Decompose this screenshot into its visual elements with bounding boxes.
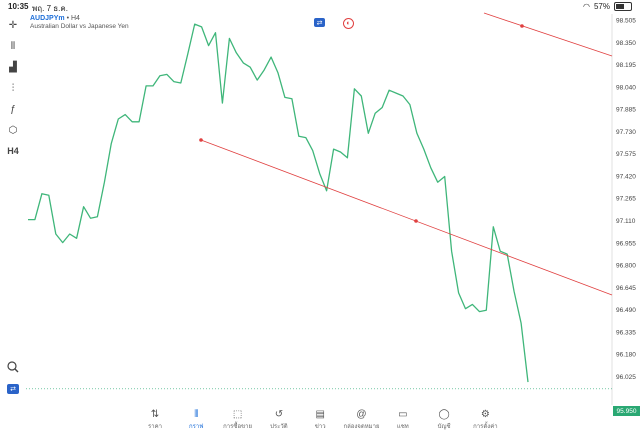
tab-label: กล่องจดหมาย	[343, 424, 380, 430]
tab-settings[interactable]: ⚙ การตั้งค่า	[465, 407, 505, 431]
tab-label: แชท	[396, 424, 409, 430]
tab-trade[interactable]: ⬚ การซื้อขาย	[218, 407, 258, 431]
y-tick-label: 96.955	[616, 240, 636, 247]
candles-icon[interactable]: ⫴	[4, 37, 22, 55]
tab-label: การตั้งค่า	[473, 424, 498, 430]
tab-label: กราฟ	[189, 424, 204, 430]
left-toolbar: ✛ ⫴ ▟ ⫶ ƒ ⬡ H4	[4, 16, 24, 163]
one-click-trading-icon[interactable]: ⇄	[314, 18, 325, 27]
tab-label: บัญชี	[437, 424, 451, 430]
price-line	[28, 23, 529, 383]
tab-news[interactable]: ▤ ข่าว	[300, 407, 340, 431]
settings-icon: ⚙	[480, 408, 490, 420]
mailbox-icon: @	[356, 408, 367, 420]
chat-icon: ▭	[398, 408, 408, 420]
settings-sliders-icon[interactable]: ⫶	[4, 79, 22, 97]
y-tick-label: 96.645	[616, 285, 636, 292]
y-tick-label: 97.110	[616, 218, 636, 225]
tab-account[interactable]: ◯ บัญชี	[424, 407, 464, 431]
y-tick-label: 96.180	[616, 352, 636, 359]
trendline-upper	[483, 12, 613, 57]
tab-label: ประวัติ	[270, 424, 288, 430]
shapes-icon[interactable]: ⬡	[4, 121, 22, 139]
y-tick-label: 96.800	[616, 263, 636, 270]
tab-quotes[interactable]: ⇅ ราคา	[135, 407, 175, 431]
signal-icon[interactable]: ◐	[343, 18, 354, 29]
timeframe-button[interactable]: H4	[4, 142, 22, 160]
price-chart[interactable]: 98.505 98.350 98.195 98.040 97.885 97.730 97.5…	[0, 0, 640, 405]
history-icon: ↺	[274, 408, 284, 420]
function-icon[interactable]: ƒ	[4, 100, 22, 118]
y-tick-label: 97.730	[616, 129, 636, 136]
y-tick-label: 97.420	[616, 173, 636, 180]
trendline-anchor	[520, 24, 524, 28]
trendline-lower	[200, 139, 613, 296]
y-tick-label: 98.505	[616, 17, 636, 24]
tab-label: การซื้อขาย	[223, 424, 253, 430]
crosshair-icon[interactable]: ✛	[4, 16, 22, 34]
zoom-icon[interactable]	[4, 358, 22, 376]
trendline-anchor	[199, 138, 203, 142]
y-tick-label: 96.025	[616, 374, 636, 381]
symbol-description: Australian Dollar vs Japanese Yen	[30, 23, 129, 30]
trade-icon: ⬚	[232, 408, 243, 420]
trendline-anchor	[414, 219, 418, 223]
indicators-icon[interactable]: ▟	[4, 58, 22, 76]
symbol-name: AUDJPYm	[30, 15, 65, 22]
tab-chart[interactable]: ⫴ กราฟ	[176, 407, 216, 431]
tab-chat[interactable]: ▭ แชท	[383, 407, 423, 431]
y-tick-label: 98.040	[616, 84, 636, 91]
y-tick-label: 98.195	[616, 62, 636, 69]
quotes-icon: ⇅	[150, 408, 160, 420]
symbol-separator: •	[66, 15, 70, 22]
y-tick-label: 97.885	[616, 107, 636, 114]
tab-mailbox[interactable]: @ กล่องจดหมาย	[342, 407, 382, 431]
y-tick-label: 96.335	[616, 329, 636, 336]
y-tick-label: 97.575	[616, 151, 636, 158]
trade-panel-icon[interactable]: ⇄	[4, 380, 22, 398]
news-icon: ▤	[315, 408, 325, 420]
y-tick-label: 96.490	[616, 307, 636, 314]
tab-label: ข่าว	[314, 424, 326, 430]
symbol-header[interactable]: AUDJPYm • H4 Australian Dollar vs Japane…	[30, 15, 129, 30]
y-tick-label: 97.265	[616, 196, 636, 203]
symbol-timeframe: H4	[70, 15, 80, 22]
y-tick-label: 98.350	[616, 40, 636, 47]
tab-history[interactable]: ↺ ประวัติ	[259, 407, 299, 431]
tab-label: ราคา	[148, 424, 162, 430]
top-badges: ⇄ ◐	[314, 18, 354, 29]
chart-icon: ⫴	[194, 408, 199, 420]
account-icon: ◯	[438, 408, 450, 420]
